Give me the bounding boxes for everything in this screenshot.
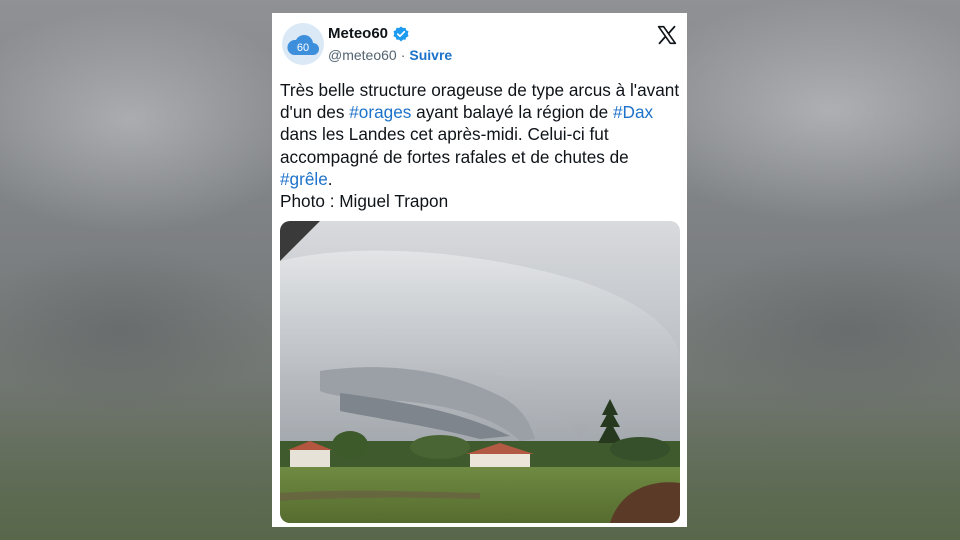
x-logo-icon[interactable]	[657, 25, 677, 45]
account-handle[interactable]: @meteo60	[328, 47, 397, 63]
tweet-text-part: dans les Landes cet après-midi. Celui-ci…	[280, 124, 629, 167]
follow-button[interactable]: Suivre	[409, 47, 452, 63]
verified-badge-icon	[393, 26, 409, 41]
account-name-row: Meteo60	[328, 25, 409, 42]
separator-dot: ·	[400, 47, 406, 63]
account-avatar[interactable]: 60	[282, 23, 324, 65]
tweet-card: 60 Meteo60 @meteo60 · Suivre Très belle …	[272, 13, 687, 527]
tweet-text-part: ayant balayé la région de	[411, 102, 613, 123]
storm-photo-image	[280, 221, 680, 523]
account-handle-row: @meteo60 · Suivre	[328, 47, 452, 63]
account-name[interactable]: Meteo60	[328, 25, 388, 42]
tweet-text: Très belle structure orageuse de type ar…	[280, 79, 684, 212]
photo-credit: Photo : Miguel Trapon	[280, 191, 449, 212]
avatar-text: 60	[297, 42, 309, 54]
hashtag-dax[interactable]: #Dax	[613, 102, 653, 122]
hashtag-grele[interactable]: #grêle	[280, 169, 328, 189]
tweet-photo[interactable]	[280, 221, 680, 523]
hashtag-orages[interactable]: #orages	[349, 102, 411, 122]
tweet-body: Très belle structure orageuse de type ar…	[280, 79, 684, 190]
cloud-avatar-icon: 60	[287, 35, 319, 55]
tweet-text-part: .	[327, 168, 333, 189]
